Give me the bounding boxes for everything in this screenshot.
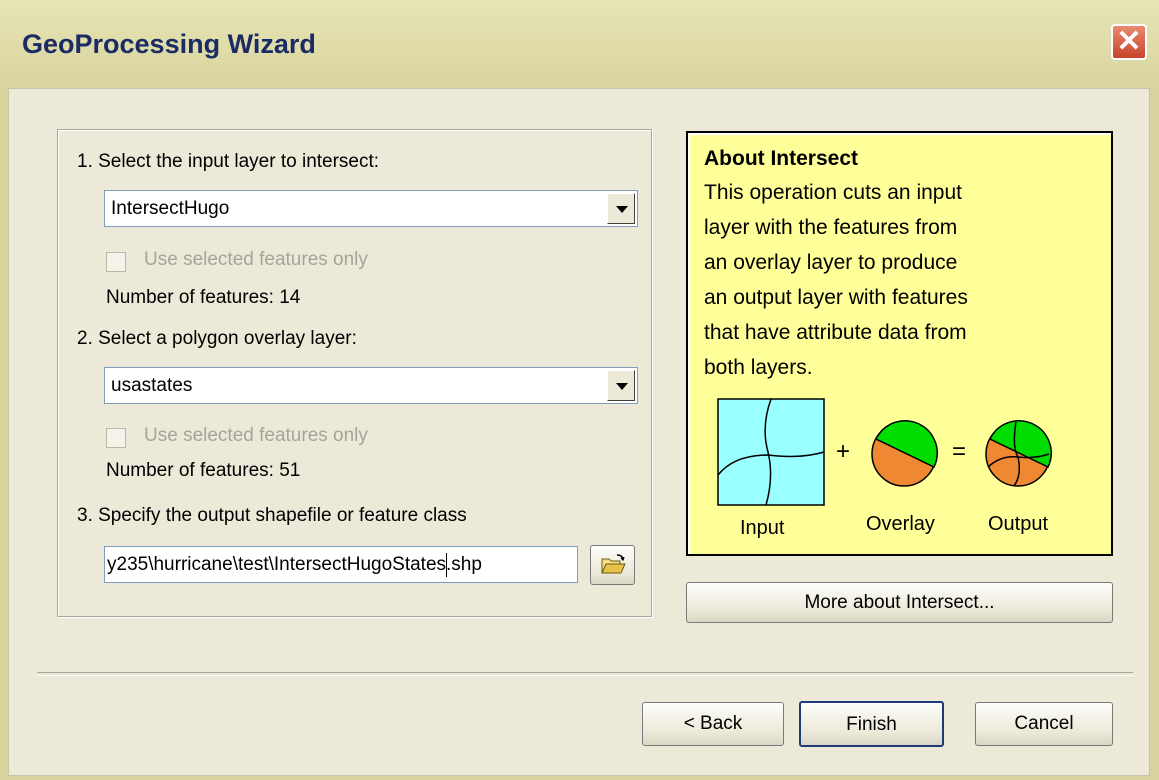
step1-feature-count: Number of features: 14 — [106, 287, 301, 308]
cancel-button[interactable]: Cancel — [975, 702, 1113, 746]
step1-label: 1. Select the input layer to intersect: — [77, 151, 380, 172]
back-label: < Back — [683, 713, 743, 734]
step1-selected-only-checkbox[interactable] — [106, 252, 126, 272]
footer-separator — [37, 672, 1133, 676]
overlay-layer-value: usastates — [111, 375, 193, 396]
equals-sign: = — [952, 438, 966, 465]
output-caption: Output — [988, 513, 1049, 535]
overlay-layer-dropdown[interactable]: usastates — [104, 367, 638, 404]
about-title: About Intersect — [704, 147, 859, 170]
back-button[interactable]: < Back — [642, 702, 784, 746]
cancel-label: Cancel — [1014, 713, 1074, 734]
geoprocessing-wizard-window: GeoProcessing Wizard ✕ 1. Select the inp… — [0, 0, 1159, 780]
about-line: that have attribute data from — [704, 321, 967, 344]
chevron-down-icon[interactable] — [607, 370, 635, 401]
close-button[interactable]: ✕ — [1111, 24, 1147, 60]
title-bar[interactable]: GeoProcessing Wizard ✕ — [0, 0, 1159, 90]
step2-selected-only-label: Use selected features only — [144, 425, 368, 446]
step2-selected-only-checkbox[interactable] — [106, 428, 126, 448]
step2-feature-count: Number of features: 51 — [106, 460, 301, 481]
step2-label: 2. Select a polygon overlay layer: — [77, 328, 357, 349]
browse-button[interactable] — [590, 545, 635, 585]
overlay-caption: Overlay — [866, 513, 935, 535]
input-layer-value: IntersectHugo — [111, 198, 230, 219]
close-icon: ✕ — [1116, 25, 1142, 58]
more-about-intersect-button[interactable]: More about Intersect... — [686, 582, 1113, 623]
open-folder-icon — [601, 554, 626, 574]
about-line: an output layer with features — [704, 286, 968, 309]
about-intersect-panel: About Intersect This operation cuts an i… — [686, 131, 1113, 556]
step1-selected-only-label: Use selected features only — [144, 249, 368, 270]
text-caret — [446, 553, 448, 577]
finish-label: Finish — [846, 714, 897, 735]
intersect-diagram: + = — [717, 398, 1052, 506]
output-layer-graphic — [985, 420, 1052, 487]
about-line: both layers. — [704, 356, 813, 379]
window-title: GeoProcessing Wizard — [22, 29, 316, 59]
chevron-down-icon[interactable] — [607, 193, 635, 224]
more-about-label: More about Intersect... — [804, 592, 995, 613]
output-path-field[interactable]: y235\hurricane\test\IntersectHugoStates.… — [104, 546, 578, 583]
plus-sign: + — [836, 438, 850, 465]
overlay-layer-graphic — [871, 420, 938, 487]
input-layer-dropdown[interactable]: IntersectHugo — [104, 190, 638, 227]
input-layer-graphic — [717, 398, 825, 506]
input-caption: Input — [740, 517, 785, 539]
about-line: This operation cuts an input — [704, 181, 962, 204]
step3-label: 3. Specify the output shapefile or featu… — [77, 505, 467, 526]
output-path-value: y235\hurricane\test\IntersectHugoStates.… — [107, 554, 482, 575]
about-line: layer with the features from — [704, 216, 958, 239]
finish-button[interactable]: Finish — [799, 701, 944, 747]
about-line: an overlay layer to produce — [704, 251, 958, 274]
